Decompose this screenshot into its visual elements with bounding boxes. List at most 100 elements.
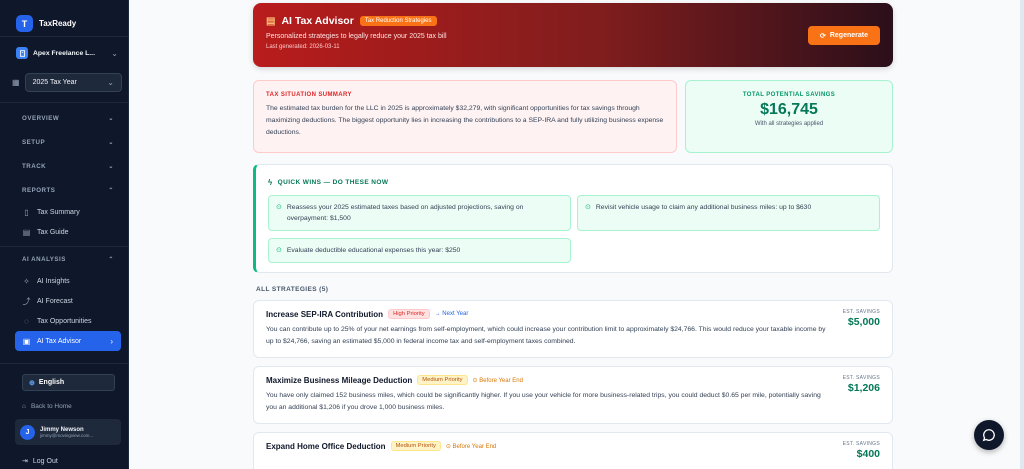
back-home-label: Back to Home — [30, 402, 72, 410]
strategy-card[interactable]: Increase SEP-IRA Contribution High Prior… — [253, 300, 893, 358]
sidebar-item-ai-insights[interactable]: ✧ AI Insights — [0, 271, 128, 291]
refresh-icon: ⟳ — [819, 32, 826, 40]
page-title: AI Tax Advisor — [281, 15, 354, 27]
strategy-savings: EST. SAVINGS $400 — [843, 441, 880, 460]
quick-win-text: Reassess your 2025 estimated taxes based… — [286, 204, 524, 222]
org-name: Apex Freelance L... — [33, 49, 95, 57]
divider — [0, 36, 128, 37]
strategy-header: Expand Home Office Deduction Medium Prio… — [266, 441, 880, 451]
nav-section-setup[interactable]: SETUP ⌄ — [0, 130, 128, 154]
tax-year-select[interactable]: 2025 Tax Year ⌄ — [24, 72, 122, 92]
summary-row: TAX SITUATION SUMMARY The estimated tax … — [253, 80, 893, 153]
section-label: AI ANALYSIS — [22, 255, 66, 263]
savings-label: TOTAL POTENTIAL SAVINGS — [742, 92, 836, 98]
sidebar-item-tax-summary[interactable]: ▯ Tax Summary — [0, 202, 128, 222]
sidebar-item-label: AI Tax Advisor — [37, 337, 82, 345]
org-switcher[interactable]: Apex Freelance L... ⌄ — [0, 38, 128, 68]
strategy-header: Increase SEP-IRA Contribution High Prior… — [266, 309, 880, 319]
chevron-right-icon: › — [110, 336, 113, 346]
timing-label: ⊙ Before Year End — [445, 443, 497, 450]
nav-section-ai-analysis[interactable]: AI ANALYSIS ⌃ — [0, 247, 128, 271]
strategy-card[interactable]: Expand Home Office Deduction Medium Prio… — [253, 432, 893, 469]
check-circle-icon: ⊙ — [276, 204, 282, 211]
regenerate-button[interactable]: ⟳ Regenerate — [808, 26, 880, 45]
section-label: OVERVIEW — [22, 114, 60, 122]
trend-icon: ⤴ — [22, 296, 31, 306]
user-email: jimmy@movingview.com... — [40, 432, 94, 438]
sidebar-item-label: AI Insights — [37, 277, 70, 285]
building-icon — [16, 47, 28, 59]
check-circle-icon: ⊙ — [276, 247, 282, 254]
logout-button[interactable]: ⇥ Log Out — [0, 450, 128, 469]
est-savings-value: $400 — [856, 448, 880, 460]
quick-wins-title: QUICK WINS — DO THESE NOW — [277, 179, 389, 186]
quick-win-item: ⊙ Revisit vehicle usage to claim any addi… — [577, 195, 880, 231]
back-to-home-link[interactable]: ⌂ Back to Home — [0, 396, 128, 416]
globe-icon: ⊕ — [29, 379, 35, 387]
quick-wins-grid: ⊙ Reassess your 2025 estimated taxes base… — [268, 195, 880, 263]
strategy-savings: EST. SAVINGS $1,206 — [843, 375, 880, 394]
hero-title-row: ▤ AI Tax Advisor Tax Reduction Strategie… — [266, 15, 880, 27]
nav-section-reports[interactable]: REPORTS ⌃ — [0, 178, 128, 202]
nav-section-track[interactable]: TRACK ⌄ — [0, 154, 128, 178]
tax-situation-summary: TAX SITUATION SUMMARY The estimated tax … — [253, 80, 677, 153]
language-select[interactable]: ⊕ English — [22, 374, 115, 391]
chat-button[interactable] — [974, 420, 1004, 450]
chevron-down-icon: ⌄ — [108, 138, 114, 146]
chevron-up-icon: ⌃ — [108, 255, 114, 263]
tax-year-row: ▦ 2025 Tax Year ⌄ — [0, 68, 128, 96]
total-savings-card: TOTAL POTENTIAL SAVINGS $16,745 With all… — [685, 80, 893, 153]
main-content: ▤ AI Tax Advisor Tax Reduction Strategie… — [129, 0, 1024, 469]
strategy-description: You have only claimed 152 business miles… — [266, 392, 821, 411]
sidebar: T TaxReady Apex Freelance L... ⌄ ▦ 2025 … — [0, 0, 129, 469]
section-label: REPORTS — [22, 186, 56, 194]
sidebar-item-ai-forecast[interactable]: ⤴ AI Forecast — [0, 291, 128, 311]
last-generated: Last generated: 2026-03-11 — [266, 44, 340, 50]
strategy-card[interactable]: Maximize Business Mileage Deduction Medi… — [253, 366, 893, 424]
chevron-up-icon: ⌃ — [108, 186, 114, 194]
sidebar-item-tax-guide[interactable]: ▤ Tax Guide — [0, 222, 128, 242]
document-icon: ▤ — [22, 227, 31, 237]
summary-text: The estimated tax burden for the LLC in … — [266, 105, 664, 136]
strategy-header: Maximize Business Mileage Deduction Medi… — [266, 375, 880, 385]
logout-icon: ⇥ — [22, 458, 28, 465]
sidebar-item-label: AI Forecast — [37, 297, 73, 305]
sidebar-item-tax-opportunities[interactable]: ◌ Tax Opportunities — [0, 311, 128, 331]
brand-logo: T — [16, 15, 33, 32]
calendar-icon: ▦ — [12, 77, 20, 87]
brand[interactable]: T TaxReady — [0, 0, 128, 36]
chevron-down-icon: ⌄ — [108, 162, 114, 170]
chevron-down-icon: ⌄ — [107, 77, 114, 87]
regenerate-label: Regenerate — [829, 32, 868, 39]
est-savings-label: EST. SAVINGS — [842, 375, 880, 381]
savings-sub: With all strategies applied — [754, 121, 824, 127]
timing-label: → Next Year — [434, 311, 469, 317]
check-circle-icon: ⊙ — [585, 204, 591, 211]
header-subtitle: Personalized strategies to legally reduc… — [266, 33, 447, 40]
est-savings-label: EST. SAVINGS — [842, 309, 880, 315]
scrollbar[interactable] — [1020, 0, 1024, 469]
calculator-icon: ▣ — [22, 336, 31, 346]
chat-bubble-icon — [982, 429, 995, 442]
sidebar-item-label: Tax Guide — [37, 228, 69, 236]
quick-wins-title-row: ϟ QUICK WINS — DO THESE NOW — [268, 178, 880, 187]
sidebar-item-label: Tax Opportunities — [37, 317, 92, 325]
strategy-title: Expand Home Office Deduction — [266, 441, 386, 451]
divider — [0, 102, 128, 103]
book-icon: ▯ — [24, 207, 29, 217]
strategy-savings: EST. SAVINGS $5,000 — [843, 309, 880, 328]
sidebar-item-label: Tax Summary — [37, 208, 80, 216]
sidebar-item-ai-tax-advisor[interactable]: ▣ AI Tax Advisor › — [15, 331, 121, 351]
header-badge: Tax Reduction Strategies — [359, 16, 437, 26]
quick-wins: ϟ QUICK WINS — DO THESE NOW ⊙ Reassess yo… — [253, 164, 893, 273]
quick-win-item: ⊙ Evaluate deductible educational expense… — [268, 238, 571, 263]
nav-section-overview[interactable]: OVERVIEW ⌄ — [0, 106, 128, 130]
chevron-down-icon: ⌄ — [111, 48, 118, 58]
user-card[interactable]: J Jimmy Newson jimmy@movingview.com... — [15, 419, 121, 445]
section-label: SETUP — [22, 138, 46, 146]
tax-year-value: 2025 Tax Year — [32, 78, 77, 86]
lightning-icon: ϟ — [268, 178, 273, 187]
est-savings-label: EST. SAVINGS — [842, 441, 880, 447]
chevron-down-icon: ⌄ — [108, 114, 114, 122]
strategy-title: Increase SEP-IRA Contribution — [266, 309, 384, 319]
